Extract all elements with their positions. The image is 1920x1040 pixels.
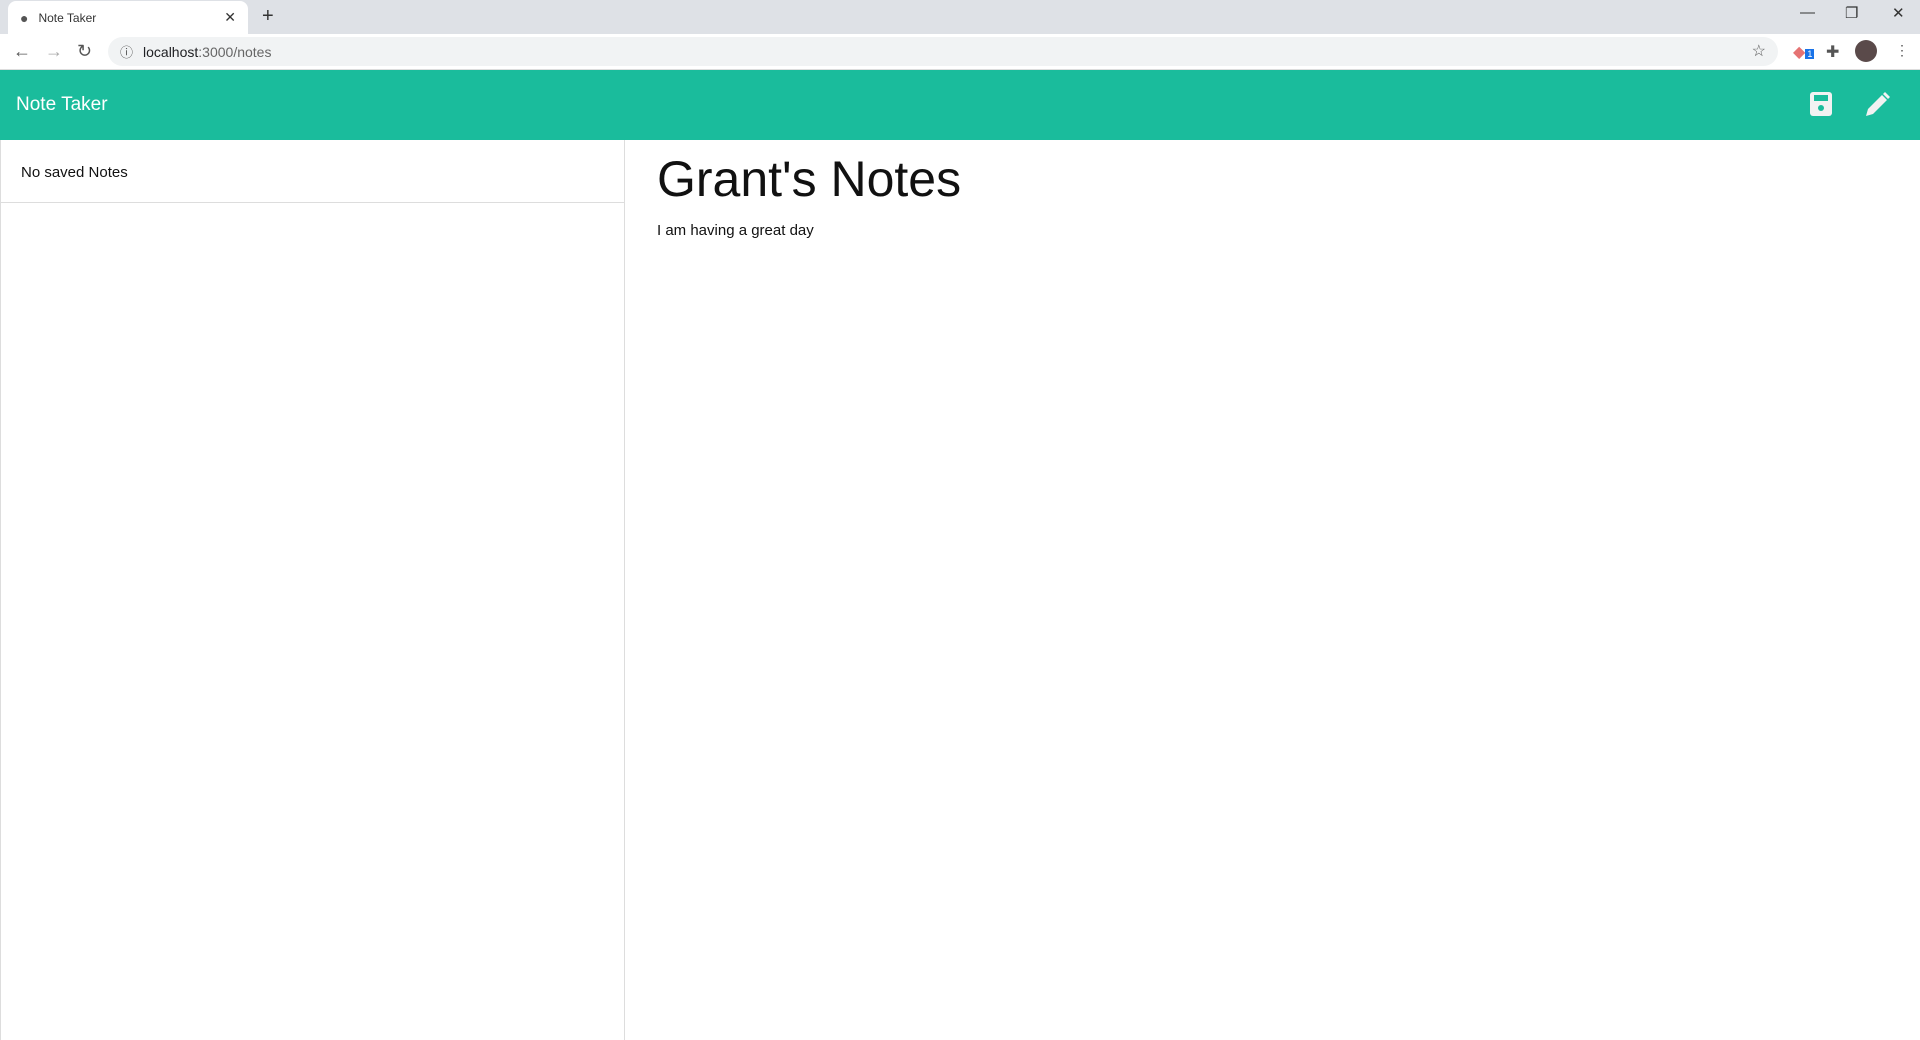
note-text[interactable]: I am having a great day bbox=[657, 222, 961, 239]
tab-strip: ● Note Taker ✕ + — ❐ ✕ bbox=[0, 0, 1920, 34]
window-close-icon[interactable]: ✕ bbox=[1892, 4, 1905, 22]
restore-icon[interactable]: ❐ bbox=[1845, 4, 1858, 22]
extension-icon[interactable]: ◆ 1 bbox=[1793, 42, 1815, 62]
star-icon[interactable]: ☆ bbox=[1752, 41, 1766, 61]
reload-icon[interactable]: ↻ bbox=[77, 41, 92, 62]
save-icon[interactable] bbox=[1810, 92, 1832, 121]
note-editor: Grant's Notes I am having a great day bbox=[657, 150, 961, 239]
menu-icon[interactable]: ⋮ bbox=[1895, 42, 1909, 59]
app-navbar: Note Taker bbox=[0, 70, 1920, 140]
empty-notes-message: No saved Notes bbox=[21, 164, 128, 181]
browser-toolbar: ← → ↻ ⓘ localhost:3000/notes ☆ ◆ 1 ✚ ⋮ bbox=[0, 34, 1920, 70]
puzzle-icon[interactable]: ✚ bbox=[1826, 42, 1839, 62]
pencil-icon[interactable] bbox=[1864, 92, 1890, 123]
back-icon[interactable]: ← bbox=[13, 41, 31, 62]
avatar[interactable] bbox=[1855, 40, 1877, 62]
minimize-icon[interactable]: — bbox=[1800, 4, 1815, 21]
forward-icon[interactable]: → bbox=[45, 41, 63, 62]
plus-icon[interactable]: + bbox=[262, 5, 274, 28]
brand[interactable]: Note Taker bbox=[16, 94, 108, 116]
note-title[interactable]: Grant's Notes bbox=[657, 150, 961, 208]
url-path: :3000/notes bbox=[198, 43, 272, 60]
address-bar[interactable]: ⓘ localhost:3000/notes ☆ bbox=[108, 37, 1778, 66]
notes-sidebar: No saved Notes bbox=[0, 140, 625, 1040]
browser-tab[interactable]: ● Note Taker ✕ bbox=[8, 1, 248, 34]
tab-title: Note Taker bbox=[38, 10, 97, 25]
url-host: localhost bbox=[143, 43, 199, 60]
info-icon[interactable]: ⓘ bbox=[120, 42, 133, 61]
globe-icon: ● bbox=[20, 9, 29, 26]
list-item: No saved Notes bbox=[1, 140, 624, 203]
extension-badge: 1 bbox=[1805, 49, 1815, 59]
close-icon[interactable]: ✕ bbox=[224, 9, 236, 26]
